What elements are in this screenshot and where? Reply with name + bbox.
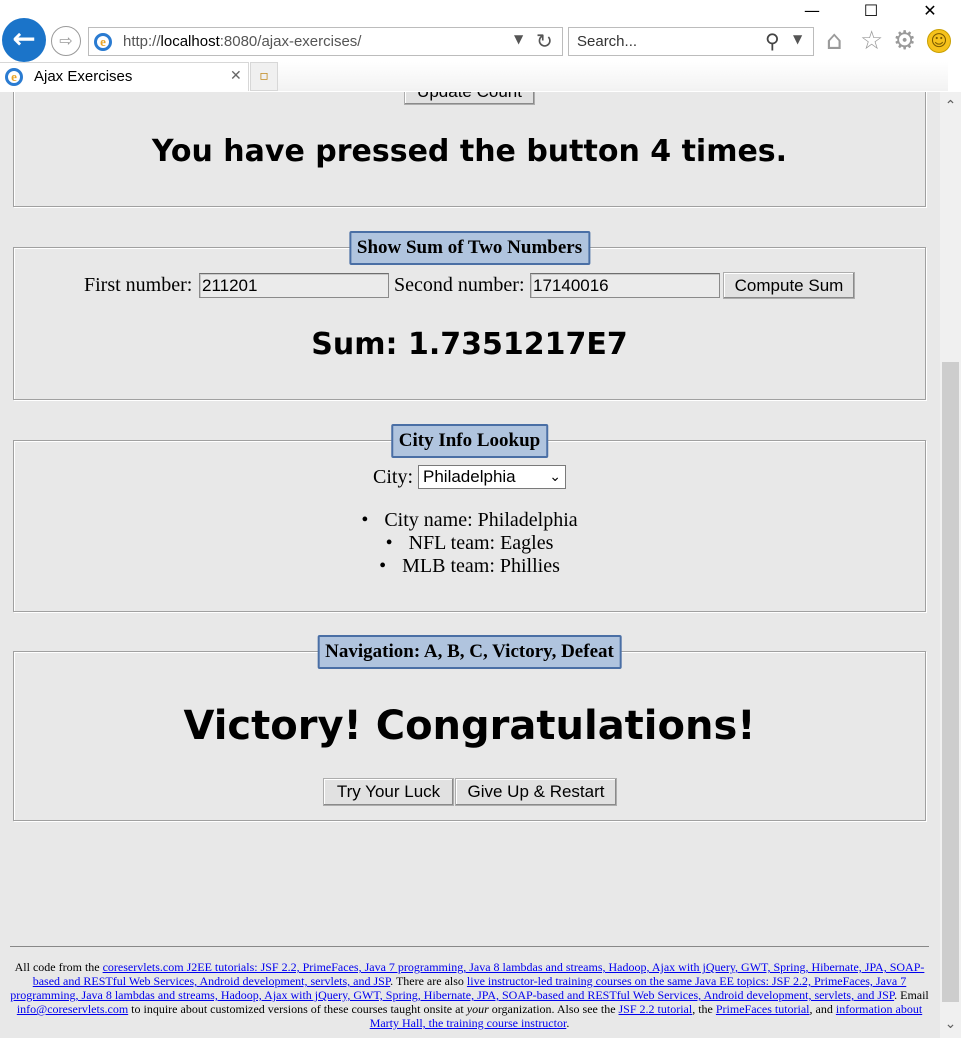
- close-icon[interactable]: ✕: [915, 0, 945, 22]
- victory-message: Victory! Congratulations!: [183, 703, 756, 749]
- forward-arrow-icon[interactable]: ⇨: [51, 26, 81, 56]
- give-up-restart-button[interactable]: Give Up & Restart: [455, 778, 617, 806]
- compute-sum-button[interactable]: Compute Sum: [723, 272, 855, 299]
- page-viewport: Update Count You have pressed the button…: [0, 92, 940, 1038]
- search-dropdown-icon[interactable]: ▼: [793, 32, 802, 46]
- tab-strip: [278, 62, 948, 91]
- ie-page-icon: e: [94, 33, 112, 51]
- sum-legend: Show Sum of Two Numbers: [348, 231, 591, 265]
- search-input[interactable]: Search...: [577, 28, 637, 55]
- settings-gear-icon[interactable]: ⚙: [893, 26, 916, 56]
- list-item: • MLB team: Phillies: [379, 555, 560, 577]
- chevron-down-icon: ⌄: [549, 469, 561, 485]
- sum-section: Show Sum of Two Numbers First number: 21…: [13, 231, 926, 400]
- refresh-icon[interactable]: ↻: [536, 28, 553, 55]
- scrollbar-thumb[interactable]: [942, 362, 959, 1002]
- navigation-section: Navigation: A, B, C, Victory, Defeat Vic…: [13, 635, 926, 821]
- new-tab-icon[interactable]: ▫: [250, 62, 278, 91]
- first-number-label: First number:: [84, 274, 193, 296]
- first-number-input[interactable]: 211201: [199, 273, 389, 298]
- ie-tab-icon: e: [5, 68, 23, 86]
- vertical-scrollbar[interactable]: ⌃ ⌄: [940, 92, 961, 1038]
- city-info-list: • City name: Philadelphia • NFL team: Eagl…: [14, 509, 925, 578]
- search-box[interactable]: Search... ⚲ ▼: [568, 27, 814, 56]
- maximize-icon[interactable]: ☐: [856, 0, 886, 22]
- search-icon[interactable]: ⚲: [765, 29, 780, 54]
- primefaces-tutorial-link[interactable]: PrimeFaces tutorial: [716, 1002, 810, 1016]
- city-legend: City Info Lookup: [390, 424, 549, 458]
- back-arrow-icon[interactable]: ←: [2, 18, 46, 62]
- second-number-label: Second number:: [394, 274, 525, 296]
- list-item: • City name: Philadelphia: [361, 509, 578, 531]
- feedback-smiley-icon[interactable]: ☺: [927, 29, 951, 53]
- update-count-button[interactable]: Update Count: [404, 92, 535, 105]
- page-footer: All code from the coreservlets.com J2EE …: [10, 946, 929, 1030]
- browser-chrome: — ☐ ✕ ← ⇨ e http://localhost:8080/ajax-e…: [0, 0, 961, 92]
- try-your-luck-button[interactable]: Try Your Luck: [323, 778, 454, 806]
- home-icon[interactable]: ⌂: [826, 26, 843, 56]
- city-section: City Info Lookup City: Philadelphia ⌄ • C…: [13, 424, 926, 612]
- tab-close-icon[interactable]: ✕: [230, 63, 242, 90]
- minimize-icon[interactable]: —: [797, 0, 827, 22]
- city-label: City:: [373, 466, 414, 488]
- list-item: • NFL team: Eagles: [385, 532, 554, 554]
- count-message: You have pressed the button 4 times.: [151, 134, 788, 169]
- city-select-value: Philadelphia: [423, 467, 516, 486]
- email-link[interactable]: info@coreservlets.com: [17, 1002, 128, 1016]
- tab-title: Ajax Exercises: [34, 68, 133, 85]
- counter-section: Update Count You have pressed the button…: [13, 92, 926, 207]
- url-text[interactable]: http://localhost:8080/ajax-exercises/: [123, 28, 361, 55]
- scroll-up-icon[interactable]: ⌃: [940, 98, 961, 114]
- second-number-input[interactable]: 17140016: [530, 273, 720, 298]
- address-bar[interactable]: e http://localhost:8080/ajax-exercises/ …: [88, 27, 563, 56]
- navigation-legend: Navigation: A, B, C, Victory, Defeat: [317, 635, 622, 669]
- jsf-tutorial-link[interactable]: JSF 2.2 tutorial: [619, 1002, 693, 1016]
- address-dropdown-icon[interactable]: ▼: [514, 32, 523, 46]
- scroll-down-icon[interactable]: ⌄: [940, 1016, 961, 1032]
- city-select[interactable]: Philadelphia ⌄: [418, 465, 566, 489]
- sum-result: Sum: 1.7351217E7: [311, 327, 628, 362]
- tab-ajax-exercises[interactable]: e Ajax Exercises ✕: [0, 62, 249, 91]
- favorites-star-icon[interactable]: ☆: [860, 26, 883, 56]
